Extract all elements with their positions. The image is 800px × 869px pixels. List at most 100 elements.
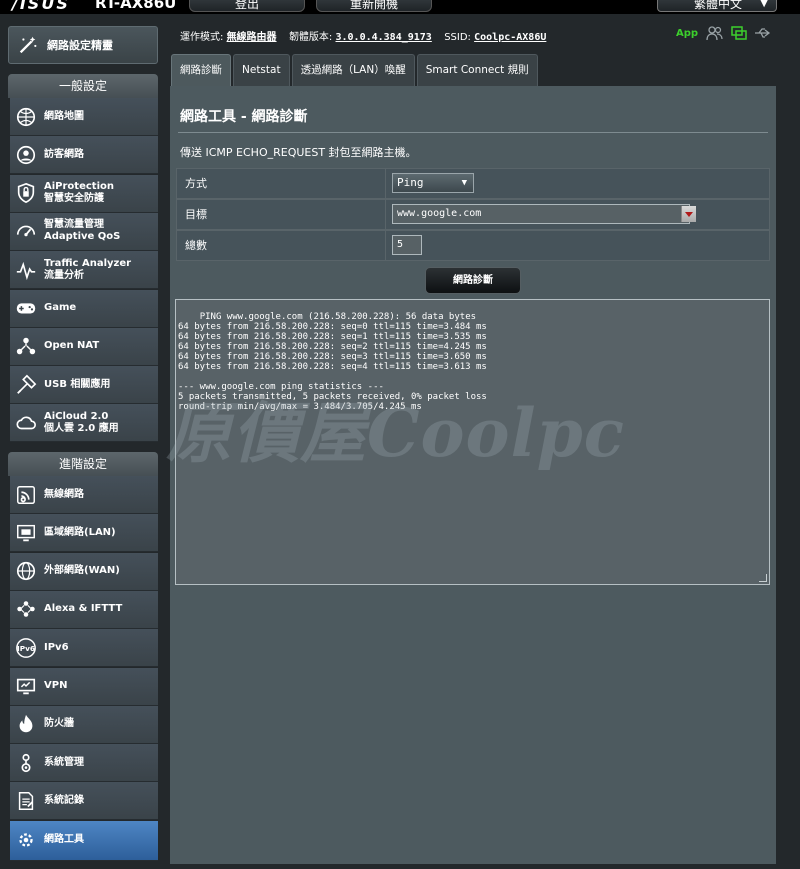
sidebar-item-traffic-analyzer[interactable]: Traffic Analyzer 流量分析 <box>10 251 158 290</box>
sidebar-item-label: Traffic Analyzer 流量分析 <box>44 258 131 282</box>
reboot-button[interactable]: 重新開機 <box>316 0 432 12</box>
sidebar-item-label: 無線網路 <box>44 489 84 501</box>
advanced-settings-header: 進階設定 <box>8 452 158 476</box>
ipv6-icon: IPv6 <box>14 636 38 660</box>
sidebar-item-label-line1: 區域網路(LAN) <box>44 526 116 538</box>
app-link[interactable]: App <box>676 28 698 39</box>
tab-wake-on-lan[interactable]: 透過網路（LAN）喚醒 <box>291 54 415 86</box>
sidebar-item-label: 智慧流量管理 Adaptive QoS <box>44 219 120 243</box>
aiprotection-icon <box>14 181 38 205</box>
quick-setup-label: 網路設定精靈 <box>47 39 113 52</box>
sidebar-item-label: Open NAT <box>44 340 99 352</box>
quick-setup-button[interactable]: 網路設定精靈 <box>8 26 158 64</box>
sidebar-item-ipv6[interactable]: IPv6 IPv6 <box>10 629 158 668</box>
sidebar-item-label: AiCloud 2.0 個人雲 2.0 應用 <box>44 411 119 435</box>
page-title: 網路工具 - 網路診斷 <box>180 109 308 125</box>
wireless-icon <box>14 483 38 507</box>
dropdown-arrow-icon <box>685 211 693 217</box>
resize-grip-icon[interactable] <box>759 574 767 582</box>
mode-label: 運作模式: <box>180 32 224 43</box>
main-panel: 網路工具 - 網路診斷 傳送 ICMP ECHO_REQUEST 封包至網路主機… <box>170 86 776 864</box>
page-description: 傳送 ICMP ECHO_REQUEST 封包至網路主機。 <box>180 146 417 159</box>
sidebar-item-label-line1: Game <box>44 302 77 313</box>
sidebar-item-label-line2: Adaptive QoS <box>44 231 121 243</box>
sidebar-item-network-tools[interactable]: 網路工具 <box>10 820 158 861</box>
system-log-icon <box>14 789 38 813</box>
target-label: 目標 <box>176 199 386 230</box>
svg-text:IPv6: IPv6 <box>17 643 35 652</box>
count-row: 總數 5 <box>176 230 770 261</box>
tab-smart-connect-rule[interactable]: Smart Connect 規則 <box>416 54 538 86</box>
language-label: 繁體中文 <box>694 0 743 11</box>
sidebar-item-label: Alexa & IFTTT <box>44 603 122 615</box>
language-select[interactable]: 繁體中文 ▼ <box>657 0 777 12</box>
logout-button[interactable]: 登出 <box>189 0 305 12</box>
sidebar-item-wireless[interactable]: 無線網路 <box>10 476 158 514</box>
tab-netstat[interactable]: Netstat <box>233 54 290 86</box>
model-name: RT-AX86U <box>95 0 177 12</box>
count-label: 總數 <box>176 230 386 261</box>
mode-value[interactable]: 無線路由器 <box>227 32 277 43</box>
sidebar-item-label-line1: AiCloud 2.0 <box>44 410 109 422</box>
traffic-analyzer-icon <box>14 258 38 282</box>
administration-icon <box>14 751 38 775</box>
diagnose-button[interactable]: 網路診斷 <box>425 267 521 294</box>
sidebar-item-aicloud[interactable]: AiCloud 2.0 個人雲 2.0 應用 <box>10 404 158 443</box>
sidebar-item-aiprotection[interactable]: AiProtection 智慧安全防護 <box>10 174 158 213</box>
sidebar-item-label-line1: USB 相關應用 <box>44 378 111 390</box>
sidebar-item-vpn[interactable]: VPN <box>10 667 158 706</box>
firmware-value[interactable]: 3.0.0.4.384_9173 <box>336 32 432 43</box>
sidebar-item-usb-application[interactable]: USB 相關應用 <box>10 366 158 405</box>
sidebar-item-label: 訪客網路 <box>44 149 84 161</box>
sidebar-item-system-log[interactable]: 系統記錄 <box>10 782 158 821</box>
network-tools-icon <box>14 828 38 852</box>
sidebar-item-label-line2: 個人雲 2.0 應用 <box>44 422 119 434</box>
sidebar-item-label-line1: AiProtection <box>44 181 114 193</box>
target-input[interactable]: www.google.com <box>392 204 696 224</box>
sidebar-item-label-line1: 系統記錄 <box>44 794 84 806</box>
wan-icon <box>14 559 38 583</box>
target-row: 目標 www.google.com <box>176 199 770 230</box>
target-value: www.google.com <box>397 208 482 219</box>
usb-status-icon[interactable] <box>754 25 772 41</box>
sidebar-item-administration[interactable]: 系統管理 <box>10 744 158 783</box>
aicloud-icon <box>14 411 38 435</box>
sidebar-item-label: 網路工具 <box>44 834 84 846</box>
sidebar-item-lan[interactable]: 區域網路(LAN) <box>10 514 158 553</box>
target-dropdown-button[interactable] <box>681 206 696 222</box>
method-select[interactable]: Ping ▼ <box>392 173 474 193</box>
sidebar-item-game[interactable]: Game <box>10 289 158 328</box>
sidebar-item-label-line1: 網路地圖 <box>44 110 84 122</box>
sidebar-item-label-line1: VPN <box>44 680 68 691</box>
open-nat-icon <box>14 334 38 358</box>
output-textarea[interactable]: PING www.google.com (216.58.200.228): 56… <box>175 299 770 585</box>
sidebar-item-label-line1: Open NAT <box>44 340 100 352</box>
ssid-value[interactable]: Coolpc-AX86U <box>474 32 546 43</box>
chevron-down-icon: ▼ <box>760 0 768 9</box>
alexa-icon <box>14 597 38 621</box>
sidebar-item-label: Game <box>44 302 76 314</box>
sidebar-item-open-nat[interactable]: Open NAT <box>10 327 158 366</box>
sidebar-item-label-line1: 訪客網路 <box>44 148 84 160</box>
tab-network-analysis[interactable]: 網路診斷 <box>171 54 231 86</box>
sidebar-item-network-map[interactable]: 網路地圖 <box>10 98 158 136</box>
firmware-label: 韌體版本: <box>288 32 333 43</box>
internet-status-icon[interactable] <box>730 25 748 41</box>
clients-icon[interactable] <box>706 25 724 41</box>
sidebar-item-wan[interactable]: 外部網路(WAN) <box>10 552 158 591</box>
network-map-icon <box>14 105 38 129</box>
sidebar-item-label-line1: 外部網路(WAN) <box>44 565 120 577</box>
chevron-down-icon: ▼ <box>461 178 467 188</box>
sidebar-item-guest-network[interactable]: 訪客網路 <box>10 136 158 175</box>
sidebar-item-label-line1: Alexa & IFTTT <box>44 603 123 615</box>
sidebar-item-firewall[interactable]: 防火牆 <box>10 705 158 744</box>
sidebar-item-label-line1: 無線網路 <box>44 488 84 500</box>
sidebar-item-label: VPN <box>44 680 67 692</box>
sidebar-item-label: 區域網路(LAN) <box>44 527 116 539</box>
sidebar-item-adaptive-qos[interactable]: 智慧流量管理 Adaptive QoS <box>10 212 158 251</box>
sidebar-item-label-line1: 智慧流量管理 <box>44 219 104 231</box>
count-input[interactable]: 5 <box>392 235 422 255</box>
sidebar-item-alexa-ifttt[interactable]: Alexa & IFTTT <box>10 590 158 629</box>
sidebar-item-label: AiProtection 智慧安全防護 <box>44 181 114 205</box>
sidebar-item-label-line1: 網路工具 <box>44 834 84 846</box>
